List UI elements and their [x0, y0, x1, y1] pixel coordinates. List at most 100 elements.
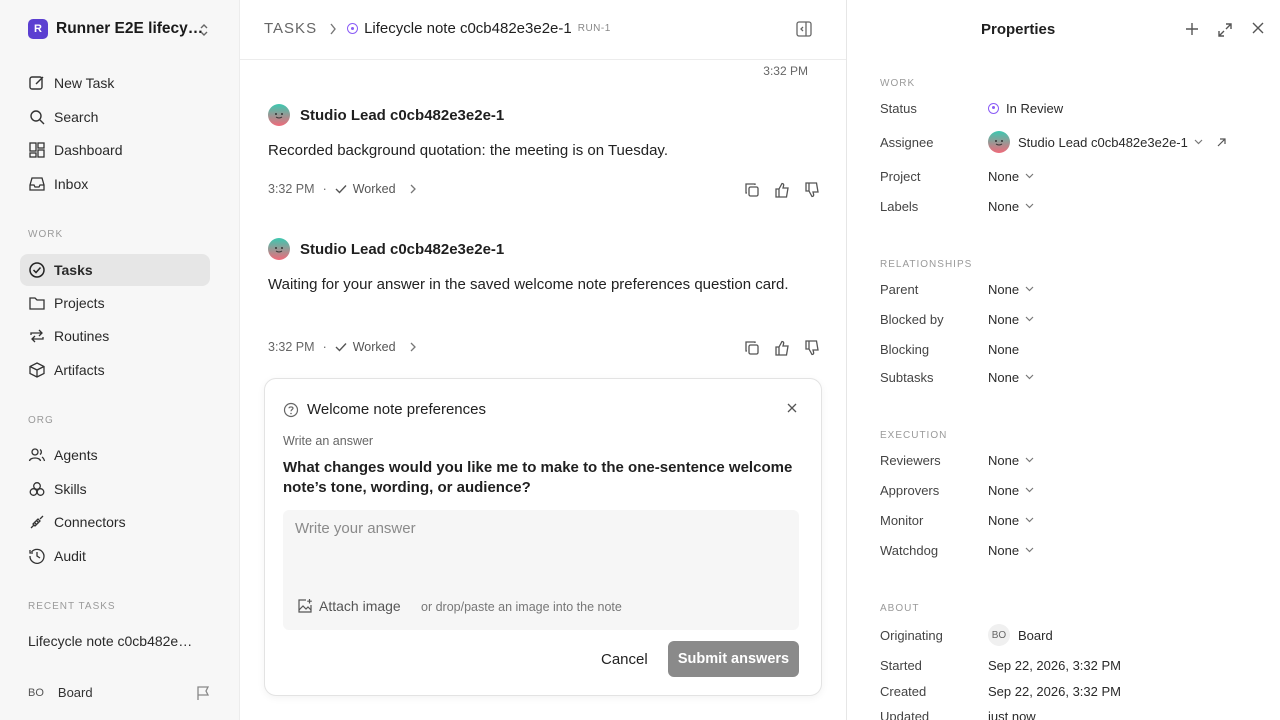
answer-input[interactable]: [283, 510, 799, 580]
question-card-header: Welcome note preferences: [283, 401, 486, 418]
nav-label: Artifacts: [54, 362, 105, 378]
nav-connectors[interactable]: Connectors: [20, 506, 210, 538]
chevron-down-icon: [1025, 487, 1034, 493]
blocking-value: None: [988, 342, 1019, 357]
property-label: Project: [880, 168, 921, 184]
property-label: Subtasks: [880, 369, 934, 385]
question-card-subtitle: Write an answer: [283, 434, 374, 448]
copy-icon[interactable]: [744, 340, 760, 356]
created-value: Sep 22, 2026, 3:32 PM: [988, 683, 1121, 699]
nav-skills[interactable]: Skills: [20, 473, 210, 505]
property-label: Blocked by: [880, 311, 944, 327]
recent-task-item[interactable]: Lifecycle note c0cb482e…: [28, 633, 192, 649]
run-badge: RUN-1: [577, 23, 611, 34]
approvers-value[interactable]: None: [988, 483, 1034, 498]
nav-label: Projects: [54, 295, 105, 311]
workspace-switcher[interactable]: R Runner E2E lifecy…: [28, 19, 203, 39]
flag-icon[interactable]: [196, 686, 210, 701]
nav-new-task[interactable]: New Task: [20, 67, 210, 99]
chevron-up-down-icon[interactable]: [199, 23, 209, 37]
blocked-by-value[interactable]: None: [988, 312, 1034, 327]
property-created: Created Sep 22, 2026, 3:32 PM: [880, 681, 1270, 701]
inbox-icon: [28, 175, 46, 193]
close-icon[interactable]: [1252, 22, 1264, 34]
nav-audit[interactable]: Audit: [20, 540, 210, 572]
status-text: In Review: [1006, 100, 1064, 116]
thumbs-down-icon[interactable]: [804, 182, 820, 198]
chevron-right-icon[interactable]: [410, 184, 416, 194]
message-time: 3:32 PM: [763, 64, 808, 78]
arrow-up-right-icon[interactable]: [1217, 137, 1226, 147]
property-label: Started: [880, 657, 922, 673]
plug-icon: [28, 513, 46, 531]
subtasks-value[interactable]: None: [988, 370, 1034, 385]
skills-icon: [28, 480, 46, 498]
parent-value[interactable]: None: [988, 282, 1034, 297]
project-value[interactable]: None: [988, 169, 1034, 184]
check-icon: [335, 342, 347, 352]
worked-toggle[interactable]: Worked: [335, 340, 396, 354]
property-approvers: Approvers None: [880, 480, 1270, 500]
status-in-review-icon: [347, 23, 359, 34]
attach-hint: or drop/paste an image into the note: [421, 600, 622, 614]
property-label: Reviewers: [880, 452, 941, 468]
property-updated: Updated just now: [880, 706, 1270, 720]
nav-label: Search: [54, 109, 99, 125]
nav-dashboard[interactable]: Dashboard: [20, 134, 210, 166]
property-label: Labels: [880, 198, 919, 214]
thumbs-up-icon[interactable]: [774, 340, 790, 356]
close-icon[interactable]: [787, 403, 797, 413]
assignee-value[interactable]: Studio Lead c0cb482e3e2e-1: [988, 131, 1226, 153]
message-meta: 3:32 PM · Worked: [268, 340, 416, 354]
watchdog-value[interactable]: None: [988, 543, 1034, 558]
project-text: None: [988, 168, 1020, 184]
search-icon: [28, 108, 46, 126]
breadcrumb-tasks[interactable]: TASKS: [264, 20, 317, 37]
submit-answers-button[interactable]: Submit answers: [668, 641, 799, 677]
assignee-text: Studio Lead c0cb482e3e2e-1: [1018, 134, 1188, 150]
copy-icon[interactable]: [744, 182, 760, 198]
section-label-about: ABOUT: [880, 603, 920, 614]
workspace-name: Runner E2E lifecy…: [56, 20, 204, 37]
labels-value[interactable]: None: [988, 199, 1034, 214]
property-blocked-by: Blocked by None: [880, 309, 1270, 329]
message-actions: [730, 340, 820, 356]
help-circle-icon: [283, 402, 299, 418]
nav-tasks[interactable]: Tasks: [20, 254, 210, 286]
property-project: Project None: [880, 166, 1270, 186]
status-value[interactable]: In Review: [988, 101, 1063, 116]
worked-toggle[interactable]: Worked: [335, 182, 396, 196]
chevron-down-icon: [1025, 286, 1034, 292]
watchdog-text: None: [988, 542, 1020, 558]
property-monitor: Monitor None: [880, 510, 1270, 530]
monitor-text: None: [988, 512, 1020, 528]
chevron-down-icon: [1025, 457, 1034, 463]
nav-artifacts[interactable]: Artifacts: [20, 354, 210, 386]
nav-search[interactable]: Search: [20, 101, 210, 133]
property-label: Blocking: [880, 341, 930, 357]
plus-icon[interactable]: [1185, 22, 1199, 36]
chevron-right-icon[interactable]: [410, 342, 416, 352]
monitor-value[interactable]: None: [988, 513, 1034, 528]
section-label-work: WORK: [880, 78, 916, 89]
message-author: Studio Lead c0cb482e3e2e-1: [300, 240, 505, 258]
message-time: 3:32 PM: [268, 340, 315, 354]
worked-label: Worked: [352, 182, 396, 196]
property-started: Started Sep 22, 2026, 3:32 PM: [880, 655, 1270, 675]
nav-routines[interactable]: Routines: [20, 320, 210, 352]
nav-agents[interactable]: Agents: [20, 439, 210, 471]
nav-inbox[interactable]: Inbox: [20, 168, 210, 200]
cancel-button[interactable]: Cancel: [601, 651, 648, 668]
reviewers-value[interactable]: None: [988, 453, 1034, 468]
chevron-right-icon: [329, 23, 337, 35]
properties-panel: Properties WORK Status In Review Assigne…: [846, 0, 1280, 720]
thumbs-up-icon[interactable]: [774, 182, 790, 198]
panel-toggle-icon[interactable]: [796, 21, 812, 37]
nav-projects[interactable]: Projects: [20, 287, 210, 319]
thumbs-down-icon[interactable]: [804, 340, 820, 356]
user-menu[interactable]: BO Board: [28, 685, 93, 700]
expand-icon[interactable]: [1217, 22, 1233, 38]
property-reviewers: Reviewers None: [880, 450, 1270, 470]
attach-image-button[interactable]: Attach image: [297, 598, 401, 614]
property-label: Assignee: [880, 134, 934, 150]
